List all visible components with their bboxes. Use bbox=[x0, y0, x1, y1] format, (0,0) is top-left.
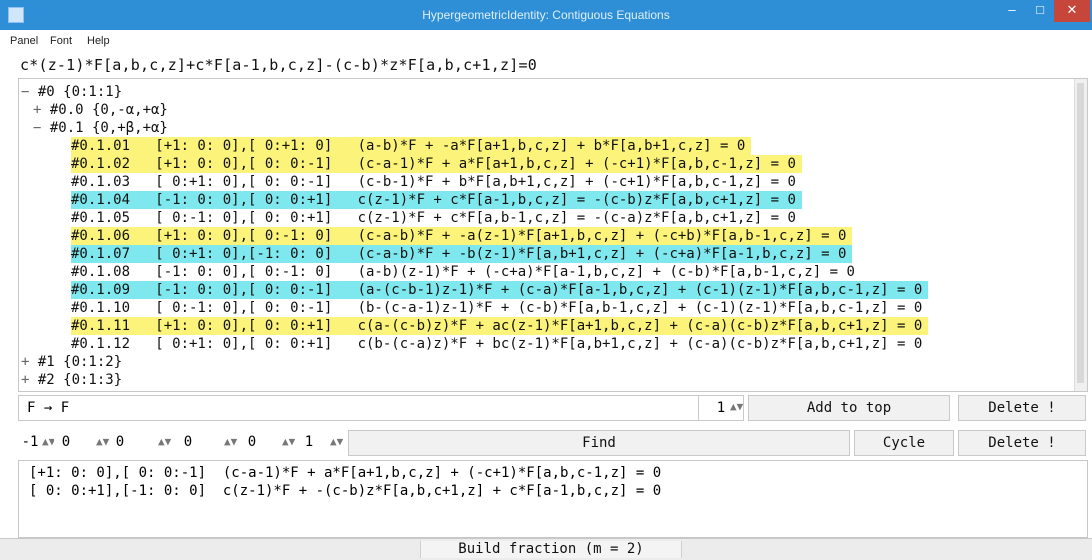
equation-row[interactable]: #0.1.07 [ 0:+1: 0],[-1: 0: 0] (c-a-b)*F … bbox=[71, 245, 853, 263]
menu-help[interactable]: Help bbox=[87, 35, 110, 47]
equation-row[interactable]: #0.1.04 [-1: 0: 0],[ 0: 0:+1] c(z-1)*F +… bbox=[71, 191, 802, 209]
tree-scrollbar[interactable] bbox=[1074, 79, 1087, 391]
add-to-top-button[interactable]: Add to top bbox=[748, 395, 950, 421]
equation-row[interactable]: #0.1.01 [+1: 0: 0],[ 0:+1: 0] (a-b)*F + … bbox=[71, 137, 752, 155]
window-title: HypergeometricIdentity: Contiguous Equat… bbox=[422, 8, 670, 22]
delete-button-2[interactable]: Delete ! bbox=[958, 430, 1086, 456]
tree-toggle-icon[interactable]: + bbox=[21, 354, 38, 370]
menu-font[interactable]: Font bbox=[50, 35, 72, 47]
cycle-button[interactable]: Cycle bbox=[854, 430, 954, 456]
tree-row-text: #0.1.12 [ 0:+1: 0],[ 0: 0:+1] c(b-(c-a)z… bbox=[71, 336, 923, 352]
spin-arrows-icon-6[interactable]: ▲▼ bbox=[330, 430, 343, 454]
equation-row[interactable]: #0.1.09 [-1: 0: 0],[ 0: 0:-1] (a-(c-b-1)… bbox=[71, 281, 929, 299]
equation-row[interactable]: #0.1.08 [-1: 0: 0],[ 0:-1: 0] (a-b)(z-1)… bbox=[71, 263, 855, 281]
tree-node[interactable]: + #2 {0:1:3} bbox=[21, 371, 122, 389]
find-button[interactable]: Find bbox=[348, 430, 850, 456]
spin-value-4[interactable]: 0 bbox=[174, 430, 202, 454]
equation-row[interactable]: #0.1.02 [+1: 0: 0],[ 0: 0:-1] (c-a-1)*F … bbox=[71, 155, 802, 173]
tree-row-text: #0.1.08 [-1: 0: 0],[ 0:-1: 0] (a-b)(z-1)… bbox=[71, 264, 855, 280]
tree-row-text: #2 {0:1:3} bbox=[37, 372, 123, 388]
equation-row[interactable]: #0.1.11 [+1: 0: 0],[ 0: 0:+1] c(a-(c-b)z… bbox=[71, 317, 929, 335]
menu-panel[interactable]: Panel bbox=[10, 35, 38, 47]
spin-value-5[interactable]: 0 bbox=[238, 430, 266, 454]
equation-row[interactable]: #0.1.05 [ 0:-1: 0],[ 0: 0:+1] c(z-1)*F +… bbox=[71, 209, 796, 227]
tree-node[interactable]: + #1 {0:1:2} bbox=[21, 353, 122, 371]
tree-row-text: #0.1.06 [+1: 0: 0],[ 0:-1: 0] (c-a-b)*F … bbox=[71, 228, 847, 244]
maximize-button[interactable]: □ bbox=[1026, 0, 1054, 22]
equation-display: c*(z-1)*F[a,b,c,z]+c*F[a-1,b,c,z]-(c-b)*… bbox=[20, 56, 537, 74]
equation-row[interactable]: #0.1.12 [ 0:+1: 0],[ 0: 0:+1] c(b-(c-a)z… bbox=[71, 335, 922, 353]
spin-arrows-icon-2[interactable]: ▲▼ bbox=[96, 430, 109, 454]
tree-toggle-icon[interactable]: − bbox=[33, 120, 50, 136]
spin-arrows-icon-3[interactable]: ▲▼ bbox=[158, 430, 171, 454]
tree-row-text: #0.1.07 [ 0:+1: 0],[-1: 0: 0] (c-a-b)*F … bbox=[71, 246, 847, 262]
count-value: 1 bbox=[716, 400, 726, 416]
spin-value-6[interactable]: 1 bbox=[298, 430, 320, 454]
title-bar: HypergeometricIdentity: Contiguous Equat… bbox=[0, 0, 1092, 30]
spin-value-1[interactable]: -1 bbox=[18, 430, 42, 454]
menu-bar: Panel Font Help bbox=[0, 32, 1092, 50]
tree-row-text: #0 {0:1:1} bbox=[37, 84, 123, 100]
output-line: [ 0: 0:+1],[-1: 0: 0] c(z-1)*F + -(c-b)z… bbox=[29, 483, 662, 499]
spin-value-2[interactable]: 0 bbox=[54, 430, 78, 454]
tree-toggle-icon[interactable]: − bbox=[21, 84, 38, 100]
status-bar: Build fraction (m = 2) bbox=[0, 538, 1092, 560]
tree-row-text: #0.0 {0,-α,+α} bbox=[49, 102, 168, 118]
count-spin-arrows-icon[interactable]: ▲▼ bbox=[730, 395, 743, 419]
control-row-1: F → F 1 ▲▼ Add to top Delete ! bbox=[18, 395, 1086, 421]
tree-row-text: #0.1 {0,+β,+α} bbox=[49, 120, 168, 136]
tree-node[interactable]: + #0.0 {0,-α,+α} bbox=[33, 101, 168, 119]
output-line: [+1: 0: 0],[ 0: 0:-1] (c-a-1)*F + a*F[a+… bbox=[29, 465, 662, 481]
tree-row-text: #1 {0:1:2} bbox=[37, 354, 123, 370]
tree-node[interactable]: − #0 {0:1:1} bbox=[21, 83, 122, 101]
equation-row[interactable]: #0.1.03 [ 0:+1: 0],[ 0: 0:-1] (c-b-1)*F … bbox=[71, 173, 796, 191]
transform-label: F → F bbox=[27, 400, 70, 416]
tree-row-text: #0.1.01 [+1: 0: 0],[ 0:+1: 0] (a-b)*F + … bbox=[71, 138, 746, 154]
spin-value-3[interactable]: 0 bbox=[110, 430, 130, 454]
tree-row-text: #0.1.09 [-1: 0: 0],[ 0: 0:-1] (a-(c-b-1)… bbox=[71, 282, 923, 298]
close-button[interactable]: ✕ bbox=[1054, 0, 1090, 22]
tree-row-text: #0.1.10 [ 0:-1: 0],[ 0: 0:-1] (b-(c-a-1)… bbox=[71, 300, 923, 316]
tree-row-text: #0.1.05 [ 0:-1: 0],[ 0: 0:+1] c(z-1)*F +… bbox=[71, 210, 796, 226]
tree-row-text: #0.1.02 [+1: 0: 0],[ 0: 0:-1] (c-a-1)*F … bbox=[71, 156, 796, 172]
equation-row[interactable]: #0.1.06 [+1: 0: 0],[ 0:-1: 0] (c-a-b)*F … bbox=[71, 227, 853, 245]
equation-row[interactable]: #0.1.10 [ 0:-1: 0],[ 0: 0:-1] (b-(c-a-1)… bbox=[71, 299, 922, 317]
minimize-button[interactable]: – bbox=[998, 0, 1026, 22]
output-panel[interactable]: [+1: 0: 0],[ 0: 0:-1] (c-a-1)*F + a*F[a+… bbox=[18, 460, 1088, 538]
spin-arrows-icon-5[interactable]: ▲▼ bbox=[282, 430, 295, 454]
tree-row-text: #0.1.04 [-1: 0: 0],[ 0: 0:+1] c(z-1)*F +… bbox=[71, 192, 796, 208]
scrollbar-thumb[interactable] bbox=[1077, 83, 1084, 383]
control-row-2: -1 ▲▼ 0 ▲▼ 0 ▲▼ 0 ▲▼ 0 ▲▼ 1 ▲▼ Find Cycl… bbox=[18, 430, 1086, 456]
status-text: Build fraction (m = 2) bbox=[420, 541, 682, 558]
transform-field[interactable]: F → F bbox=[18, 395, 720, 421]
equation-tree[interactable]: − #0 {0:1:1} + #0.0 {0,-α,+α} − #0.1 {0,+β… bbox=[18, 78, 1088, 392]
tree-node[interactable]: − #0.1 {0,+β,+α} bbox=[33, 119, 168, 137]
spin-arrows-icon-4[interactable]: ▲▼ bbox=[224, 430, 237, 454]
tree-toggle-icon[interactable]: + bbox=[21, 372, 38, 388]
tree-toggle-icon[interactable]: + bbox=[33, 102, 50, 118]
delete-button-1[interactable]: Delete ! bbox=[958, 395, 1086, 421]
tree-row-text: #0.1.03 [ 0:+1: 0],[ 0: 0:-1] (c-b-1)*F … bbox=[71, 174, 796, 190]
tree-row-text: #0.1.11 [+1: 0: 0],[ 0: 0:+1] c(a-(c-b)z… bbox=[71, 318, 923, 334]
